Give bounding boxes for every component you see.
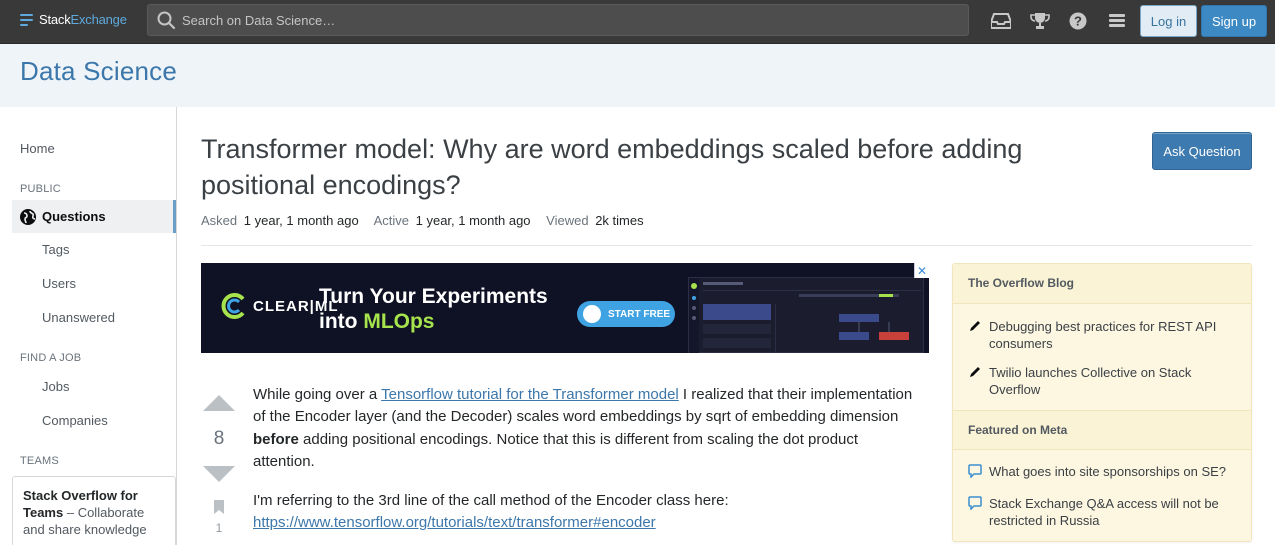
- active-value[interactable]: 1 year, 1 month ago: [416, 213, 531, 228]
- upvote-button[interactable]: [203, 395, 235, 411]
- question-meta: Asked 1 year, 1 month ago Active 1 year,…: [201, 213, 656, 228]
- blog-item[interactable]: Debugging best practices for REST API co…: [968, 318, 1238, 352]
- meta-item-text: Stack Exchange Q&A access will not be re…: [989, 496, 1219, 528]
- p1-text-a: While going over a: [253, 386, 382, 403]
- overflow-blog-header: The Overflow Blog: [953, 264, 1251, 304]
- ad-headline-line1: Turn Your Experiments: [319, 285, 548, 308]
- help-icon[interactable]: ?: [1067, 10, 1089, 32]
- nav-users[interactable]: Users: [42, 276, 76, 291]
- question-paragraph-1: While going over a Tensorflow tutorial f…: [253, 384, 923, 474]
- header-divider: [201, 245, 1252, 246]
- bookmark-icon[interactable]: [213, 499, 225, 515]
- viewed-value: 2k times: [595, 213, 644, 228]
- bookmark-count: 1: [215, 521, 223, 535]
- logo-text-exchange: Exchange: [70, 12, 127, 27]
- featured-meta-header: Featured on Meta: [953, 410, 1251, 450]
- pencil-icon: [970, 321, 980, 331]
- nav-section-find-job: FIND A JOB: [20, 352, 82, 364]
- ad-headline: Turn Your Experiments into MLOps: [319, 284, 548, 334]
- chat-bubble-icon: [968, 496, 982, 510]
- meta-item[interactable]: What goes into site sponsorships on SE?: [968, 463, 1238, 480]
- stackexchange-logo-icon: [20, 13, 33, 26]
- nav-section-teams: TEAMS: [20, 455, 59, 467]
- tensorflow-tutorial-link[interactable]: Tensorflow tutorial for the Transformer …: [381, 386, 679, 403]
- viewed-label: Viewed: [546, 213, 589, 228]
- nav-home[interactable]: Home: [20, 141, 55, 156]
- logo-text-stack: Stack: [39, 12, 71, 27]
- asked-value[interactable]: 1 year, 1 month ago: [244, 213, 359, 228]
- stackexchange-logo[interactable]: Stack Exchange: [20, 12, 127, 27]
- meta-item[interactable]: Stack Exchange Q&A access will not be re…: [968, 495, 1238, 529]
- active-label: Active: [373, 213, 409, 228]
- top-bar: StackExchange ? L: [0, 0, 1275, 44]
- ad-start-free-button[interactable]: START FREE: [577, 301, 675, 327]
- signup-button[interactable]: Sign up: [1201, 5, 1267, 37]
- asked-label: Asked: [201, 213, 238, 228]
- search-box[interactable]: [147, 4, 969, 36]
- encoder-link[interactable]: https://www.tensorflow.org/tutorials/tex…: [253, 514, 656, 531]
- p1-text-c: adding positional encodings. Notice that…: [253, 430, 859, 471]
- site-switcher-icon[interactable]: [1106, 10, 1128, 32]
- chat-bubble-icon: [968, 464, 982, 478]
- question-paragraph-2: I'm referring to the 3rd line of the cal…: [253, 490, 923, 535]
- svg-text:?: ?: [1074, 14, 1082, 29]
- ad-banner[interactable]: CLEAR|ML Turn Your Experiments into MLOp…: [201, 263, 929, 353]
- blog-item-text: Debugging best practices for REST API co…: [989, 319, 1217, 351]
- nav-tags[interactable]: Tags: [42, 242, 69, 257]
- search-input[interactable]: [182, 12, 942, 28]
- blog-item-text: Twilio launches Collective on Stack Over…: [989, 365, 1192, 397]
- inbox-icon[interactable]: [990, 10, 1012, 32]
- question-body: While going over a Tensorflow tutorial f…: [253, 384, 923, 545]
- nav-questions[interactable]: Questions: [12, 200, 176, 233]
- pencil-icon: [970, 367, 980, 377]
- trophy-icon[interactable]: [1029, 10, 1051, 32]
- p2-text: I'm referring to the 3rd line of the cal…: [253, 491, 729, 509]
- p1-bold: before: [253, 430, 299, 448]
- left-sidebar: Home PUBLIC Questions Tags Users Unanswe…: [0, 107, 177, 545]
- meta-item-text: What goes into site sponsorships on SE?: [989, 464, 1227, 479]
- nav-questions-label: Questions: [42, 209, 106, 224]
- downvote-button[interactable]: [203, 466, 235, 482]
- ask-question-button[interactable]: Ask Question: [1152, 132, 1252, 170]
- nav-jobs[interactable]: Jobs: [42, 379, 69, 394]
- nav-unanswered[interactable]: Unanswered: [42, 310, 115, 325]
- clearml-logo-icon: [221, 293, 245, 319]
- ad-headline-into: into: [319, 310, 364, 333]
- question-title[interactable]: Transformer model: Why are word embeddin…: [201, 131, 1081, 203]
- sidebar-widget: The Overflow Blog Debugging best practic…: [952, 263, 1252, 542]
- blog-item[interactable]: Twilio launches Collective on Stack Over…: [968, 364, 1238, 398]
- site-title[interactable]: Data Science: [20, 56, 177, 87]
- nav-companies[interactable]: Companies: [42, 413, 108, 428]
- nav-section-public: PUBLIC: [20, 183, 61, 195]
- vote-count: 8: [213, 428, 225, 449]
- ad-headline-accent: MLOps: [363, 310, 435, 333]
- site-header: Data Science: [0, 44, 1275, 107]
- ad-cta-label: START FREE: [608, 308, 671, 320]
- login-button[interactable]: Log in: [1140, 5, 1197, 37]
- ad-product-screenshot: [688, 277, 924, 353]
- globe-icon: [20, 208, 36, 225]
- github-icon: [583, 305, 601, 323]
- search-icon: [157, 11, 176, 30]
- ad-close-icon[interactable]: ✕: [914, 263, 929, 278]
- teams-promo[interactable]: Stack Overflow for Teams – Collaborate a…: [12, 476, 176, 545]
